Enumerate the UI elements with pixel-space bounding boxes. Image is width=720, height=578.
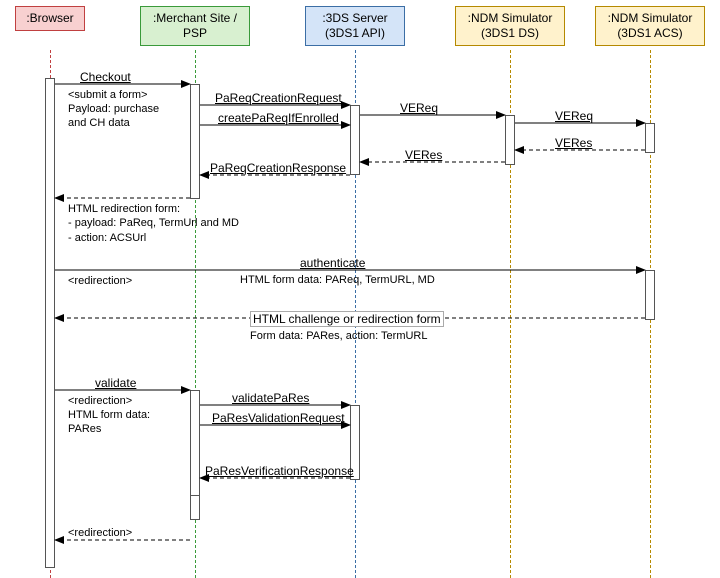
msg-submit-form: <submit a form>: [68, 88, 147, 102]
activation-browser-1: [45, 78, 55, 568]
activation-acs-1: [645, 123, 655, 153]
activation-ds-1: [505, 115, 515, 165]
msg-formdata-3: HTML form data: PARes: [68, 408, 150, 437]
msg-veres-1: VERes: [555, 136, 592, 150]
msg-pareq-req: PaReqCreationRequest: [215, 91, 342, 105]
msg-create-pareq: createPaReqIfEnrolled: [218, 111, 339, 125]
participant-server: :3DS Server (3DS1 API): [305, 6, 405, 46]
msg-validate-pares: validatePaRes: [232, 391, 309, 405]
msg-validate: validate: [95, 376, 136, 390]
msg-veres-2: VERes: [405, 148, 442, 162]
msg-pares-val-req: PaResValidationRequest: [212, 411, 345, 425]
arrows-layer: [0, 0, 720, 578]
msg-checkout: Checkout: [80, 70, 131, 84]
participant-merchant: :Merchant Site / PSP: [140, 6, 250, 46]
sequence-diagram: :Browser :Merchant Site / PSP :3DS Serve…: [0, 0, 720, 578]
msg-pareq-resp: PaReqCreationResponse: [210, 161, 346, 175]
msg-formdata-1: HTML form data: PAReq, TermURL, MD: [240, 274, 435, 287]
msg-vereq-1: VEReq: [400, 101, 438, 115]
msg-redirection-3: <redirection>: [68, 526, 132, 540]
msg-vereq-2: VEReq: [555, 109, 593, 123]
msg-authenticate: authenticate: [300, 256, 365, 270]
activation-server-1: [350, 105, 360, 175]
msg-payload-1: Payload: purchase and CH data: [68, 102, 159, 131]
msg-html-redir: HTML redirection form: - payload: PaReq,…: [68, 202, 239, 245]
participant-acs: :NDM Simulator (3DS1 ACS): [595, 6, 705, 46]
msg-redirection-2: <redirection>: [68, 394, 132, 408]
msg-challenge: HTML challenge or redirection form: [250, 311, 444, 327]
participant-ds: :NDM Simulator (3DS1 DS): [455, 6, 565, 46]
participant-browser: :Browser: [15, 6, 85, 31]
activation-merchant-1: [190, 84, 200, 199]
msg-formdata-2: Form data: PARes, action: TermURL: [250, 330, 428, 343]
activation-acs-2: [645, 270, 655, 320]
msg-redirection-1: <redirection>: [68, 274, 132, 288]
activation-merchant-3: [190, 495, 200, 520]
msg-pares-ver-resp: PaResVerificationResponse: [205, 464, 354, 478]
